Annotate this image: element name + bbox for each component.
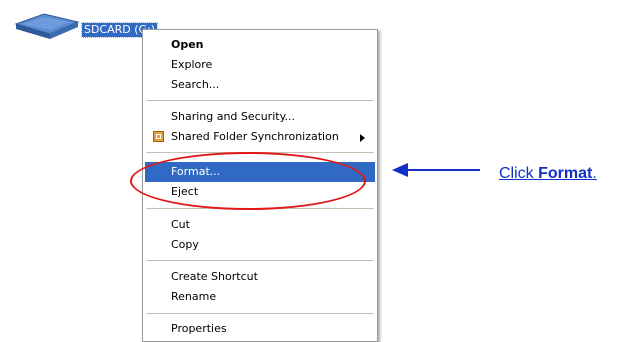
menu-item-explore[interactable]: Explore <box>145 55 375 75</box>
menu-item-create-shortcut[interactable]: Create Shortcut <box>145 267 375 287</box>
instruction-text: Click Format. <box>499 165 597 183</box>
menu-separator <box>146 313 374 314</box>
submenu-arrow-icon <box>360 134 365 142</box>
instruction-prefix: Click <box>499 165 539 182</box>
menu-item-format[interactable]: Format... <box>145 162 375 182</box>
menu-separator <box>146 100 374 101</box>
menu-item-shared-folder-sync[interactable]: Shared Folder Synchronization <box>145 127 375 147</box>
menu-item-search[interactable]: Search... <box>145 75 375 95</box>
menu-item-shared-folder-sync-label: Shared Folder Synchronization <box>171 130 339 143</box>
instruction-suffix: . <box>592 165 597 182</box>
context-menu: Open Explore Search... Sharing and Secur… <box>142 29 378 342</box>
menu-item-rename[interactable]: Rename <box>145 287 375 307</box>
drive-icon <box>14 13 80 39</box>
instruction-bold: Format <box>538 165 593 182</box>
menu-item-copy[interactable]: Copy <box>145 235 375 255</box>
menu-item-open[interactable]: Open <box>145 35 375 55</box>
menu-item-sharing-and-security[interactable]: Sharing and Security... <box>145 107 375 127</box>
menu-separator <box>146 208 374 209</box>
menu-item-eject[interactable]: Eject <box>145 182 375 202</box>
menu-separator <box>146 152 374 153</box>
pointer-arrow-icon <box>392 163 480 177</box>
menu-item-cut[interactable]: Cut <box>145 215 375 235</box>
menu-separator <box>146 260 374 261</box>
sync-icon <box>153 131 164 142</box>
menu-item-properties[interactable]: Properties <box>145 319 375 339</box>
